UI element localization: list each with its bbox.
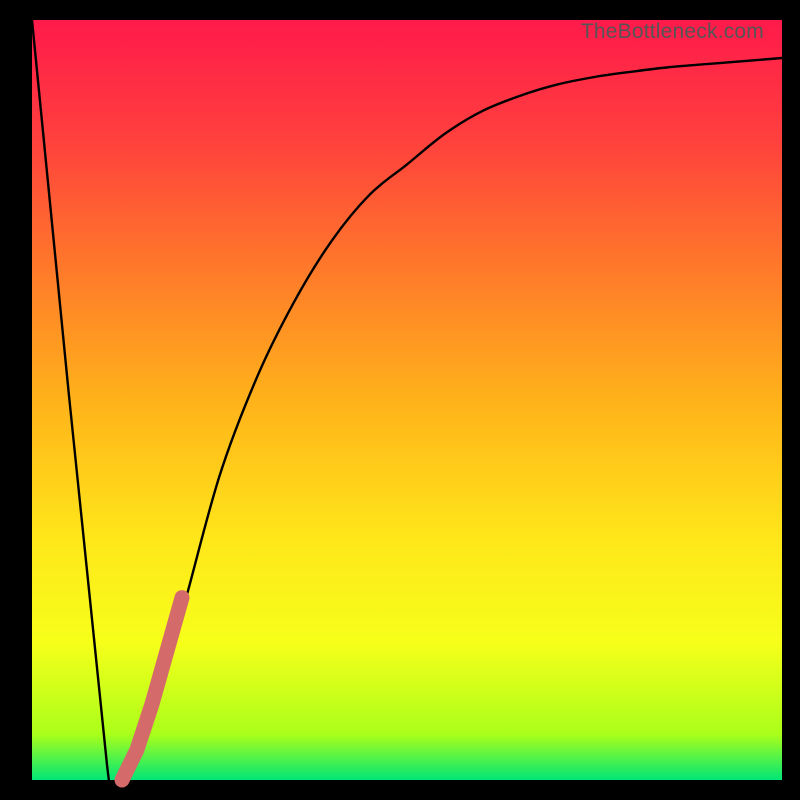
highlight-segment: [122, 598, 182, 780]
bottleneck-curve: [32, 20, 782, 800]
chart-lines: [32, 20, 782, 780]
chart-frame: TheBottleneck.com: [0, 0, 800, 800]
chart-plot-area: TheBottleneck.com: [32, 20, 782, 780]
watermark: TheBottleneck.com: [581, 20, 764, 44]
